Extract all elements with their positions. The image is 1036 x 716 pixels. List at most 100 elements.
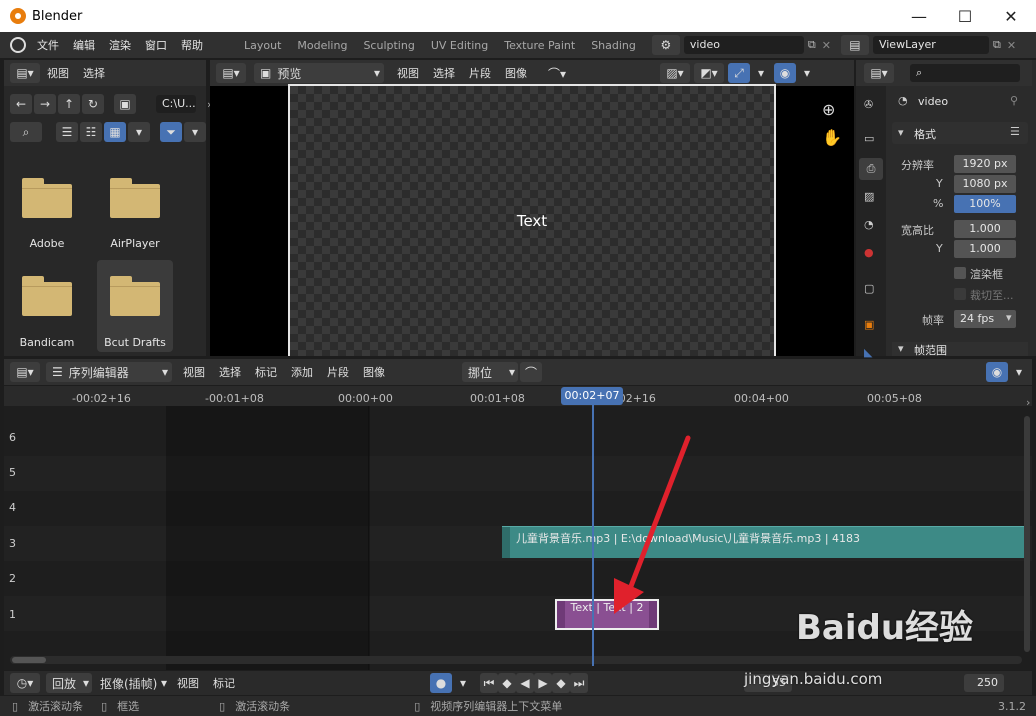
maximize-button[interactable]: ☐ — [942, 0, 988, 32]
modifier-tab-icon[interactable]: ◣ — [864, 346, 872, 359]
refresh-icon[interactable]: ↻ — [82, 94, 104, 114]
play-reverse-icon[interactable]: ◀ — [516, 673, 534, 693]
collection-tab-icon[interactable]: ▢ — [864, 282, 874, 295]
folder-icon-bandicam[interactable] — [22, 276, 72, 316]
tab-layout[interactable]: Layout — [236, 32, 289, 58]
remove-viewlayer-icon[interactable]: ✕ — [1007, 39, 1016, 52]
viewlayer-field[interactable]: ViewLayer — [872, 36, 989, 54]
close-button[interactable]: ✕ — [988, 0, 1034, 32]
pan-hand-icon[interactable]: ✋ — [822, 128, 842, 147]
seq-menu-select[interactable]: 选择 — [212, 364, 248, 380]
overlap-mode-dropdown[interactable]: 挪位 ▾ — [462, 362, 518, 382]
snap-icon[interactable]: ⌒ — [520, 362, 542, 382]
resolution-y-field[interactable]: 1080 px — [954, 175, 1016, 193]
preview-menu-view[interactable]: 视图 — [390, 65, 426, 81]
next-keyframe-icon[interactable]: ◆ — [552, 673, 570, 693]
seq-view-type-dropdown[interactable]: ☰ 序列编辑器 ▾ — [46, 362, 172, 382]
seq-menu-image[interactable]: 图像 — [356, 364, 392, 380]
list-horizontal-icon[interactable]: ☷ — [80, 122, 102, 142]
display-channels-icon[interactable]: ▨▾ — [660, 63, 690, 83]
preview-menu-image[interactable]: 图像 — [498, 65, 534, 81]
preview-menu-strip[interactable]: 片段 — [462, 65, 498, 81]
prev-keyframe-icon[interactable]: ◆ — [498, 673, 516, 693]
overlay-icon[interactable]: ◉ — [774, 63, 796, 83]
pin-icon[interactable]: ⚲ — [1010, 94, 1018, 107]
minimize-button[interactable]: — — [896, 0, 942, 32]
tab-sculpting[interactable]: Sculpting — [355, 32, 422, 58]
parent-dir-icon[interactable]: ↑ — [58, 94, 80, 114]
timeline-editor-icon[interactable]: ◷▾ — [10, 673, 40, 693]
scene-tab-icon[interactable]: ◔ — [864, 218, 874, 231]
copy-scene-icon[interactable]: ⧉ — [808, 38, 816, 52]
timeline-menu-view[interactable]: 视图 — [170, 675, 206, 691]
preview-editor-type-icon[interactable]: ▤▾ — [216, 63, 246, 83]
world-tab-icon[interactable]: ● — [864, 246, 874, 259]
fb-menu-select[interactable]: 选择 — [76, 65, 112, 81]
view-type-dropdown[interactable]: ▣ 预览 ▾ — [254, 63, 384, 83]
audio-strip[interactable]: 儿童背景音乐.mp3 | E:\download\Music\儿童背景音乐.mp… — [502, 526, 1024, 558]
render-border-checkbox[interactable] — [954, 267, 966, 279]
output-tab-icon[interactable]: ⎙ — [859, 158, 883, 180]
viewlayer-icon[interactable]: ▤ — [840, 35, 869, 55]
tools-icon[interactable]: ⤢ — [728, 63, 750, 83]
folder-icon-adobe[interactable] — [22, 178, 72, 218]
current-frame-indicator[interactable]: 00:02+07 — [561, 387, 623, 405]
menu-help[interactable]: 帮助 — [174, 37, 210, 53]
sort-dropdown-icon[interactable]: ▾ — [128, 122, 150, 142]
filter-icon[interactable]: ⏷ — [160, 122, 182, 142]
menu-window[interactable]: 窗口 — [138, 37, 174, 53]
preset-list-icon[interactable]: ☰ — [1010, 125, 1020, 138]
vertical-scrollbar[interactable] — [1024, 416, 1030, 652]
jump-start-icon[interactable]: ⏮ — [480, 673, 498, 693]
end-frame-field[interactable]: 250 — [964, 674, 1004, 692]
properties-editor-icon[interactable]: ▤▾ — [864, 63, 894, 83]
view-layer-tab-icon[interactable]: ▨ — [864, 190, 874, 203]
object-tab-icon[interactable]: ▣ — [864, 318, 874, 331]
tab-uv-editing[interactable]: UV Editing — [423, 32, 496, 58]
timeline-menu-marker[interactable]: 标记 — [206, 675, 242, 691]
menu-render[interactable]: 渲染 — [102, 37, 138, 53]
editor-type-icon[interactable]: ▤▾ — [10, 63, 40, 83]
aspect-y-field[interactable]: 1.000 — [954, 240, 1016, 258]
pivot-icon[interactable]: ⌒▾ — [542, 63, 572, 83]
horizontal-scrollbar[interactable] — [10, 656, 1022, 664]
record-icon[interactable]: ● — [430, 673, 452, 693]
tab-modeling[interactable]: Modeling — [289, 32, 355, 58]
search-icon[interactable]: ⌕ — [10, 122, 42, 142]
keying-menu[interactable]: 抠像(插帧) ▾ — [94, 673, 170, 693]
zoom-icon[interactable]: ⊕ — [822, 100, 835, 119]
format-section-header[interactable]: ▾ 格式 ☰ — [892, 122, 1028, 144]
tab-texture-paint[interactable]: Texture Paint — [496, 32, 583, 58]
menu-edit[interactable]: 编辑 — [66, 37, 102, 53]
list-vertical-icon[interactable]: ☰ — [56, 122, 78, 142]
frame-range-section-header[interactable]: ▾ 帧范围 — [892, 342, 1028, 356]
gizmo-icon[interactable]: ◩▾ — [694, 63, 724, 83]
seq-editor-type-icon[interactable]: ▤▾ — [10, 362, 40, 382]
preview-menu-select[interactable]: 选择 — [426, 65, 462, 81]
seq-menu-view[interactable]: 视图 — [176, 364, 212, 380]
fb-menu-view[interactable]: 视图 — [40, 65, 76, 81]
playback-menu[interactable]: 回放 ▾ — [46, 673, 92, 693]
path-field[interactable]: C:\U... — [156, 95, 196, 113]
render-tab-icon[interactable]: ▭ — [864, 132, 874, 145]
preview-canvas[interactable]: Text — [288, 84, 776, 356]
remove-scene-icon[interactable]: ✕ — [822, 39, 831, 52]
folder-label-adobe[interactable]: Adobe — [7, 237, 87, 250]
menu-file[interactable]: 文件 — [30, 37, 66, 53]
copy-viewlayer-icon[interactable]: ⧉ — [993, 38, 1001, 52]
new-folder-icon[interactable]: ▣ — [114, 94, 136, 114]
play-icon[interactable]: ▶ — [534, 673, 552, 693]
scene-icon[interactable]: ⚙ — [651, 35, 680, 55]
folder-label-bandicam[interactable]: Bandicam — [7, 336, 87, 349]
seq-menu-add[interactable]: 添加 — [284, 364, 320, 380]
resolution-x-field[interactable]: 1920 px — [954, 155, 1016, 173]
seq-overlay-icon[interactable]: ◉ — [986, 362, 1008, 382]
seq-overlay-dropdown-icon[interactable]: ▾ — [1008, 362, 1030, 382]
folder-icon-airplayer[interactable] — [110, 178, 160, 218]
playhead-line[interactable] — [592, 402, 594, 666]
back-arrow-icon[interactable]: ← — [10, 94, 32, 114]
filter-dropdown-icon[interactable]: ▾ — [184, 122, 206, 142]
record-dropdown-icon[interactable]: ▾ — [452, 673, 474, 693]
tool-tab-icon[interactable]: ✇ — [864, 98, 873, 111]
folder-label-airplayer[interactable]: AirPlayer — [95, 237, 175, 250]
